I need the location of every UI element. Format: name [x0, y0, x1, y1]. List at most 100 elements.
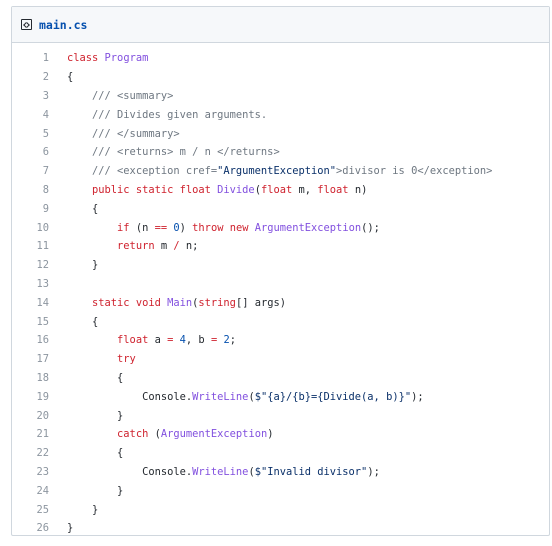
code-line: 20 } — [12, 406, 549, 425]
line-number: 10 — [36, 221, 49, 234]
line-code: float a = 4, b = 2; — [49, 334, 236, 346]
code-token: } — [67, 259, 99, 272]
code-token: try — [67, 353, 136, 366]
code-token: ); — [411, 390, 424, 403]
code-file-icon — [21, 19, 32, 30]
code-line: 14 static void Main(string[] args) — [12, 293, 549, 312]
line-number: 24 — [36, 484, 49, 497]
code-token: { — [67, 447, 124, 460]
code-token: n) — [354, 183, 368, 196]
line-number: 26 — [36, 522, 49, 535]
code-line: 1 class Program — [12, 49, 549, 68]
line-number: 6 — [42, 146, 49, 159]
code-token: >divisor is 0</exception> — [336, 165, 493, 178]
line-number: 23 — [36, 465, 49, 478]
line-number: 20 — [36, 409, 49, 422]
code-token: } — [67, 484, 124, 497]
code-token: Divide — [217, 183, 255, 196]
code-line: 25 } — [12, 500, 549, 519]
code-token: static void — [67, 296, 168, 309]
line-number: 19 — [36, 390, 49, 403]
code-token: public static float — [67, 183, 218, 196]
code-line: 26} — [12, 519, 549, 538]
code-token: $"{a}/{b}={Divide(a, b)}" — [254, 390, 412, 403]
code-token: ; — [229, 334, 236, 347]
line-code: /// </summary> — [49, 128, 180, 140]
code-token: a — [154, 334, 168, 347]
code-token: class — [67, 52, 105, 65]
code-token: float — [260, 183, 299, 196]
code-token: return — [67, 240, 161, 253]
line-code: return m / n; — [49, 240, 198, 252]
code-line: 23 Console.WriteLine($"Invalid divisor")… — [12, 463, 549, 482]
line-code: } — [49, 259, 98, 271]
code-line: 21 catch (ArgumentException) — [12, 425, 549, 444]
code-token: { — [67, 71, 74, 84]
line-number: 1 — [42, 52, 49, 65]
line-number: 17 — [36, 353, 49, 366]
code-token: m — [160, 240, 174, 253]
code-token: ArgumentException — [254, 221, 362, 234]
line-code: { — [49, 447, 123, 459]
code-line: 19 Console.WriteLine($"{a}/{b}={Divide(a… — [12, 387, 549, 406]
code-token: "ArgumentException" — [217, 165, 336, 178]
code-line: 10 if (n == 0) throw new ArgumentExcepti… — [12, 218, 549, 237]
line-code: /// <exception cref="ArgumentException">… — [49, 165, 492, 177]
line-number: 25 — [36, 503, 49, 516]
line-code: class Program — [49, 52, 148, 64]
line-number: 5 — [42, 127, 49, 140]
line-code: { — [49, 372, 123, 384]
line-number: 18 — [36, 371, 49, 384]
code-token: /// <summary> — [67, 89, 174, 102]
code-token: , b — [185, 334, 211, 347]
line-code: if (n == 0) throw new ArgumentException(… — [49, 222, 380, 234]
code-token: float — [67, 334, 155, 347]
code-token: Program — [104, 52, 149, 65]
code-panel: main.cs 1 class Program 2{3 /// <summary> 4… — [11, 6, 550, 536]
line-number: 8 — [42, 183, 49, 196]
code-view: 1 class Program 2{3 /// <summary> 4 /// Div… — [12, 49, 549, 538]
line-code: } — [49, 504, 98, 516]
line-code: { — [49, 316, 98, 328]
line-code: Console.WriteLine($"Invalid divisor"); — [49, 466, 380, 478]
code-token: /// Divides given arguments. — [67, 108, 268, 121]
code-token: Console. — [67, 465, 193, 478]
line-code: { — [49, 203, 98, 215]
code-token: $"Invalid divisor" — [254, 465, 368, 478]
line-number: 4 — [42, 108, 49, 121]
line-number: 15 — [36, 315, 49, 328]
code-line: 17 try — [12, 350, 549, 369]
line-number: 11 — [36, 240, 49, 253]
line-number: 14 — [36, 296, 49, 309]
file-name[interactable]: main.cs — [39, 18, 87, 32]
line-code: Console.WriteLine($"{a}/{b}={Divide(a, b… — [49, 391, 424, 403]
code-token: ArgumentException — [160, 428, 268, 441]
code-line: 6 /// <returns> m / n </returns> — [12, 143, 549, 162]
code-token: catch — [67, 428, 155, 441]
code-line: 12 } — [12, 256, 549, 275]
code-token: n; — [179, 240, 199, 253]
line-number: 7 — [42, 165, 49, 178]
code-line: 3 /// <summary> — [12, 87, 549, 106]
code-token: float — [317, 183, 355, 196]
code-token: m, — [298, 183, 318, 196]
code-token: WriteLine — [192, 390, 249, 403]
code-token: (n — [135, 221, 155, 234]
line-number: 21 — [36, 428, 49, 441]
code-token: if — [67, 221, 136, 234]
code-line: 8 public static float Divide(float m, fl… — [12, 181, 549, 200]
line-code: /// <returns> m / n </returns> — [49, 146, 280, 158]
line-number: 9 — [42, 202, 49, 215]
code-token: ) — [179, 221, 193, 234]
code-token: Main — [167, 296, 193, 309]
code-token: } — [67, 503, 99, 516]
line-number: 16 — [36, 334, 49, 347]
line-number: 22 — [36, 447, 49, 460]
code-line: 22 { — [12, 444, 549, 463]
code-token: { — [67, 315, 99, 328]
line-code: } — [49, 410, 123, 422]
code-line: 13 — [12, 275, 549, 294]
code-token: /// </summary> — [67, 127, 180, 140]
line-code: /// <summary> — [49, 90, 173, 102]
code-token: } — [67, 522, 74, 535]
